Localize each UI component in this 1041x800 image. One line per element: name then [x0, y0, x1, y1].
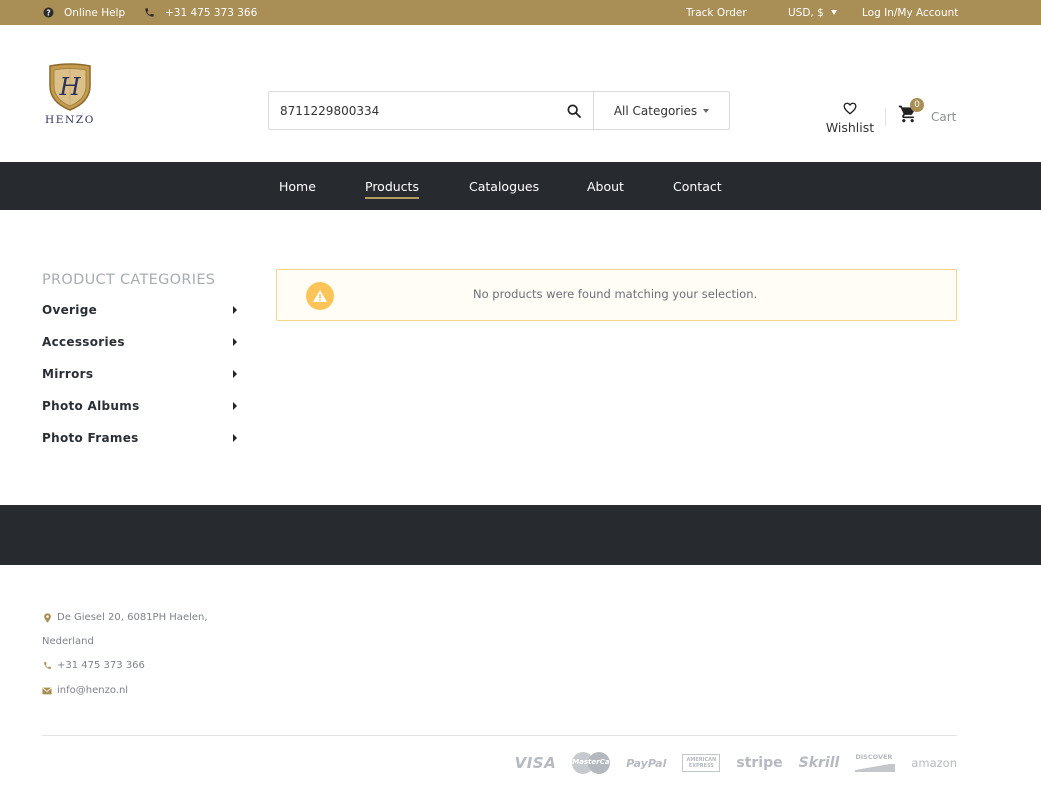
top-bar: ? Online Help +31 475 373 366 Track Orde…: [0, 0, 1041, 25]
footer-address-line1: De Giesel 20, 6081PH Haelen,: [57, 612, 208, 623]
sidebar-item-overige[interactable]: Overige: [42, 299, 240, 321]
track-order-link[interactable]: Track Order: [686, 0, 747, 25]
heart-icon: [843, 102, 857, 115]
search-icon: [567, 104, 581, 118]
visa-icon: VISA: [514, 754, 557, 772]
main-nav: Home Products Catalogues About Contact: [0, 162, 1041, 210]
sidebar-item-label: Accessories: [42, 335, 125, 349]
skrill-icon: Skrill: [798, 755, 840, 771]
online-help-label: Online Help: [64, 6, 126, 19]
no-products-notice: No products were found matching your sel…: [276, 269, 957, 321]
topbar-phone: +31 475 373 366: [165, 6, 258, 19]
footer-address-country: Nederland: [42, 636, 94, 647]
cart-count-badge: 0: [910, 98, 924, 112]
nav-catalogues[interactable]: Catalogues: [469, 179, 539, 194]
sidebar-item-accessories[interactable]: Accessories: [42, 331, 240, 353]
chevron-down-icon: [703, 108, 710, 113]
cart-button[interactable]: 0 Cart: [898, 98, 962, 128]
category-select[interactable]: All Categories: [594, 92, 729, 129]
search-button[interactable]: [563, 100, 585, 122]
chevron-right-icon: [233, 306, 237, 314]
sidebar-item-label: Overige: [42, 303, 98, 317]
amex-icon: AMERICAN EXPRESS: [682, 754, 721, 772]
nav-contact[interactable]: Contact: [673, 179, 722, 194]
chevron-right-icon: [233, 338, 237, 346]
chevron-right-icon: [233, 402, 237, 410]
sidebar-item-label: Mirrors: [42, 367, 94, 381]
nav-about[interactable]: About: [587, 179, 624, 194]
chevron-right-icon: [233, 434, 237, 442]
wishlist-label: Wishlist: [825, 120, 875, 135]
mastercard-icon: MasterCard: [572, 751, 618, 775]
svg-text:H: H: [59, 73, 82, 101]
sidebar-item-label: Photo Albums: [42, 399, 140, 413]
sidebar-item-photo-frames[interactable]: Photo Frames: [42, 427, 240, 449]
search-bar: All Categories: [268, 91, 730, 130]
footer-divider: [42, 735, 957, 736]
email-icon: [42, 686, 52, 696]
sidebar-item-photo-albums[interactable]: Photo Albums: [42, 395, 240, 417]
sidebar-item-label: Photo Frames: [42, 431, 139, 445]
footer-address: De Giesel 20, 6081PH Haelen,: [42, 612, 208, 623]
paypal-icon: PayPal: [626, 756, 667, 770]
track-order-label: Track Order: [686, 6, 747, 19]
phone-icon: [144, 7, 155, 18]
nav-home[interactable]: Home: [279, 179, 316, 194]
phone-icon: [42, 661, 52, 671]
svg-text:?: ?: [46, 8, 50, 17]
amazon-icon: amazon: [911, 756, 957, 770]
notice-text: No products were found matching your sel…: [473, 287, 758, 301]
discover-icon: DISCOVER: [855, 753, 896, 773]
sidebar-item-mirrors[interactable]: Mirrors: [42, 363, 240, 385]
account-link[interactable]: Log In/My Account: [862, 0, 958, 25]
stripe-icon: stripe: [736, 755, 783, 771]
account-label: Log In/My Account: [862, 6, 959, 19]
brand-name: HENZO: [45, 114, 95, 126]
warning-icon: [306, 282, 334, 310]
caret-down-icon: [830, 10, 837, 15]
help-icon: ?: [43, 7, 54, 18]
nav-products[interactable]: Products: [365, 179, 419, 199]
chevron-right-icon: [233, 370, 237, 378]
footer-phone-text: +31 475 373 366: [57, 660, 145, 671]
category-select-label: All Categories: [613, 103, 698, 118]
footer-email[interactable]: info@henzo.nl: [42, 685, 128, 696]
footer-email-text: info@henzo.nl: [57, 685, 129, 696]
currency-selector[interactable]: USD, $: [788, 0, 837, 25]
footer-phone[interactable]: +31 475 373 366: [42, 660, 145, 671]
payment-methods: VISA MasterCard PayPal AMERICAN EXPRESS …: [515, 749, 957, 777]
footer-band: [0, 505, 1041, 565]
wishlist-button[interactable]: Wishlist: [820, 100, 880, 135]
search-input[interactable]: [269, 92, 559, 129]
currency-label: USD, $: [788, 6, 824, 19]
cart-label: Cart: [931, 110, 957, 124]
header-divider: [885, 108, 886, 126]
sidebar-title: PRODUCT CATEGORIES: [42, 272, 216, 288]
shield-logo-icon: H: [49, 63, 91, 111]
online-help-link[interactable]: ? Online Help: [43, 0, 125, 25]
location-pin-icon: [42, 612, 52, 623]
topbar-phone-link[interactable]: +31 475 373 366: [144, 0, 257, 25]
footer-address-line2: Nederland: [42, 636, 94, 647]
